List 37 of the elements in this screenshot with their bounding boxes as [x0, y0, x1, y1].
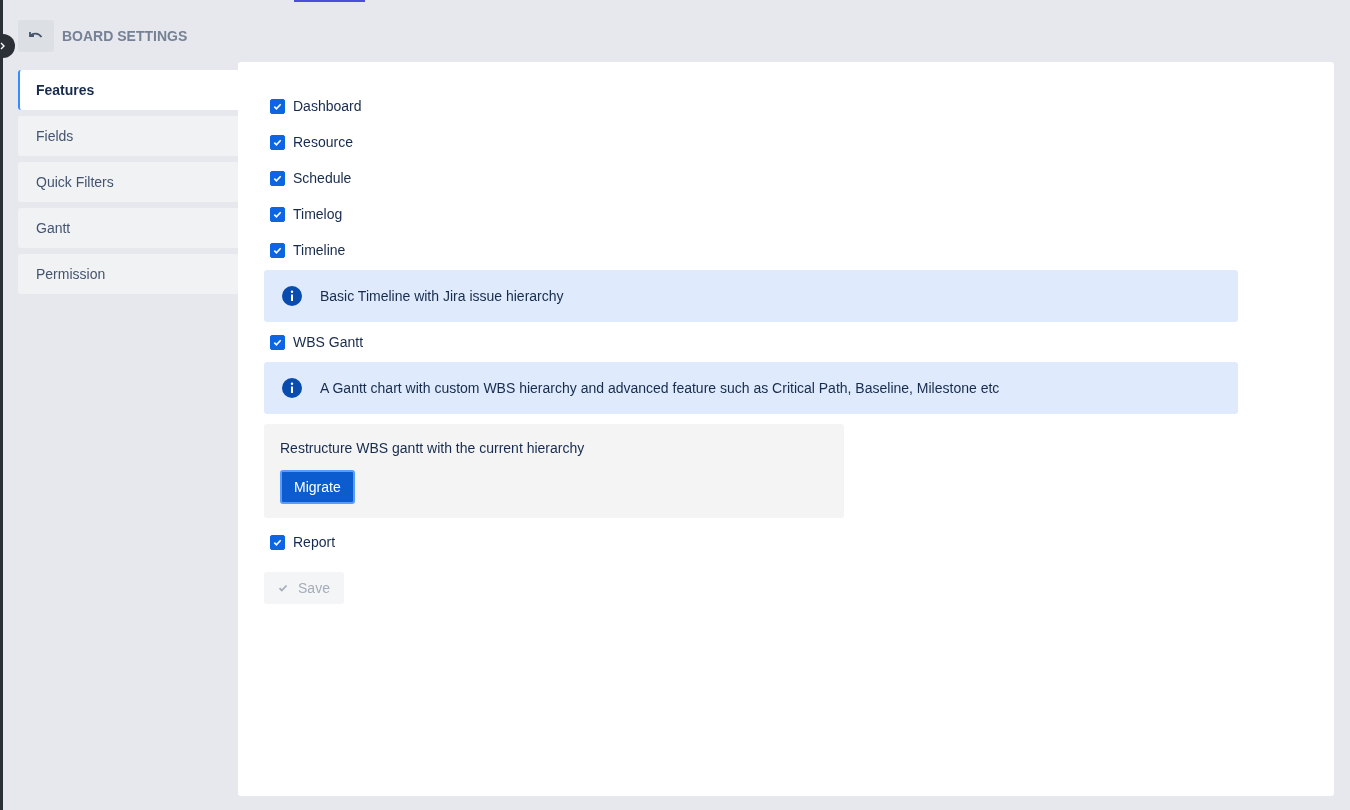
sidebar-tab[interactable]: Quick Filters [18, 162, 238, 202]
checkbox-label: Timelog [293, 206, 343, 222]
checkbox[interactable] [270, 134, 285, 150]
checkbox-label: WBS Gantt [293, 334, 364, 350]
info-icon [282, 286, 302, 306]
checkmark-icon [273, 537, 282, 547]
checkmark-icon [278, 583, 289, 593]
checkmark-icon [273, 245, 282, 255]
checkbox[interactable] [270, 242, 285, 258]
checkmark-icon [273, 209, 282, 219]
checkbox-label: Schedule [293, 170, 352, 186]
info-icon [282, 378, 302, 398]
checkbox[interactable] [270, 534, 285, 550]
checkbox-label: Resource [293, 134, 353, 150]
checkmark-icon [273, 101, 282, 111]
info-text: A Gantt chart with custom WBS hierarchy and advanced feature such as Critical Path, Baseline, Milestone etc [320, 380, 1000, 396]
checkbox[interactable] [270, 206, 285, 222]
checkbox[interactable] [270, 98, 285, 114]
sidebar-tab[interactable]: Gantt [18, 208, 238, 248]
sidebar-tab[interactable]: Permission [18, 254, 238, 294]
page-title: BOARD SETTINGS [62, 28, 188, 44]
checkbox[interactable] [270, 334, 285, 350]
checkmark-icon [273, 173, 282, 183]
info-text: Basic Timeline with Jira issue hierarchy [320, 288, 564, 304]
migrate-description: Restructure WBS gantt with the current hierarchy [280, 440, 585, 456]
checkbox-label: Timeline [293, 242, 346, 258]
active-indicator [294, 0, 365, 2]
checkbox[interactable] [270, 170, 285, 186]
checkmark-icon [273, 337, 282, 347]
sidebar-tab[interactable]: Fields [18, 116, 238, 156]
chevron-right-icon [0, 42, 7, 50]
checkbox-label: Dashboard [293, 98, 362, 114]
migrate-button[interactable]: Migrate [280, 470, 355, 504]
sidebar-tab[interactable]: Features [18, 70, 238, 110]
back-button[interactable] [18, 20, 54, 52]
checkbox-label: Report [293, 534, 336, 550]
checkmark-icon [273, 137, 282, 147]
